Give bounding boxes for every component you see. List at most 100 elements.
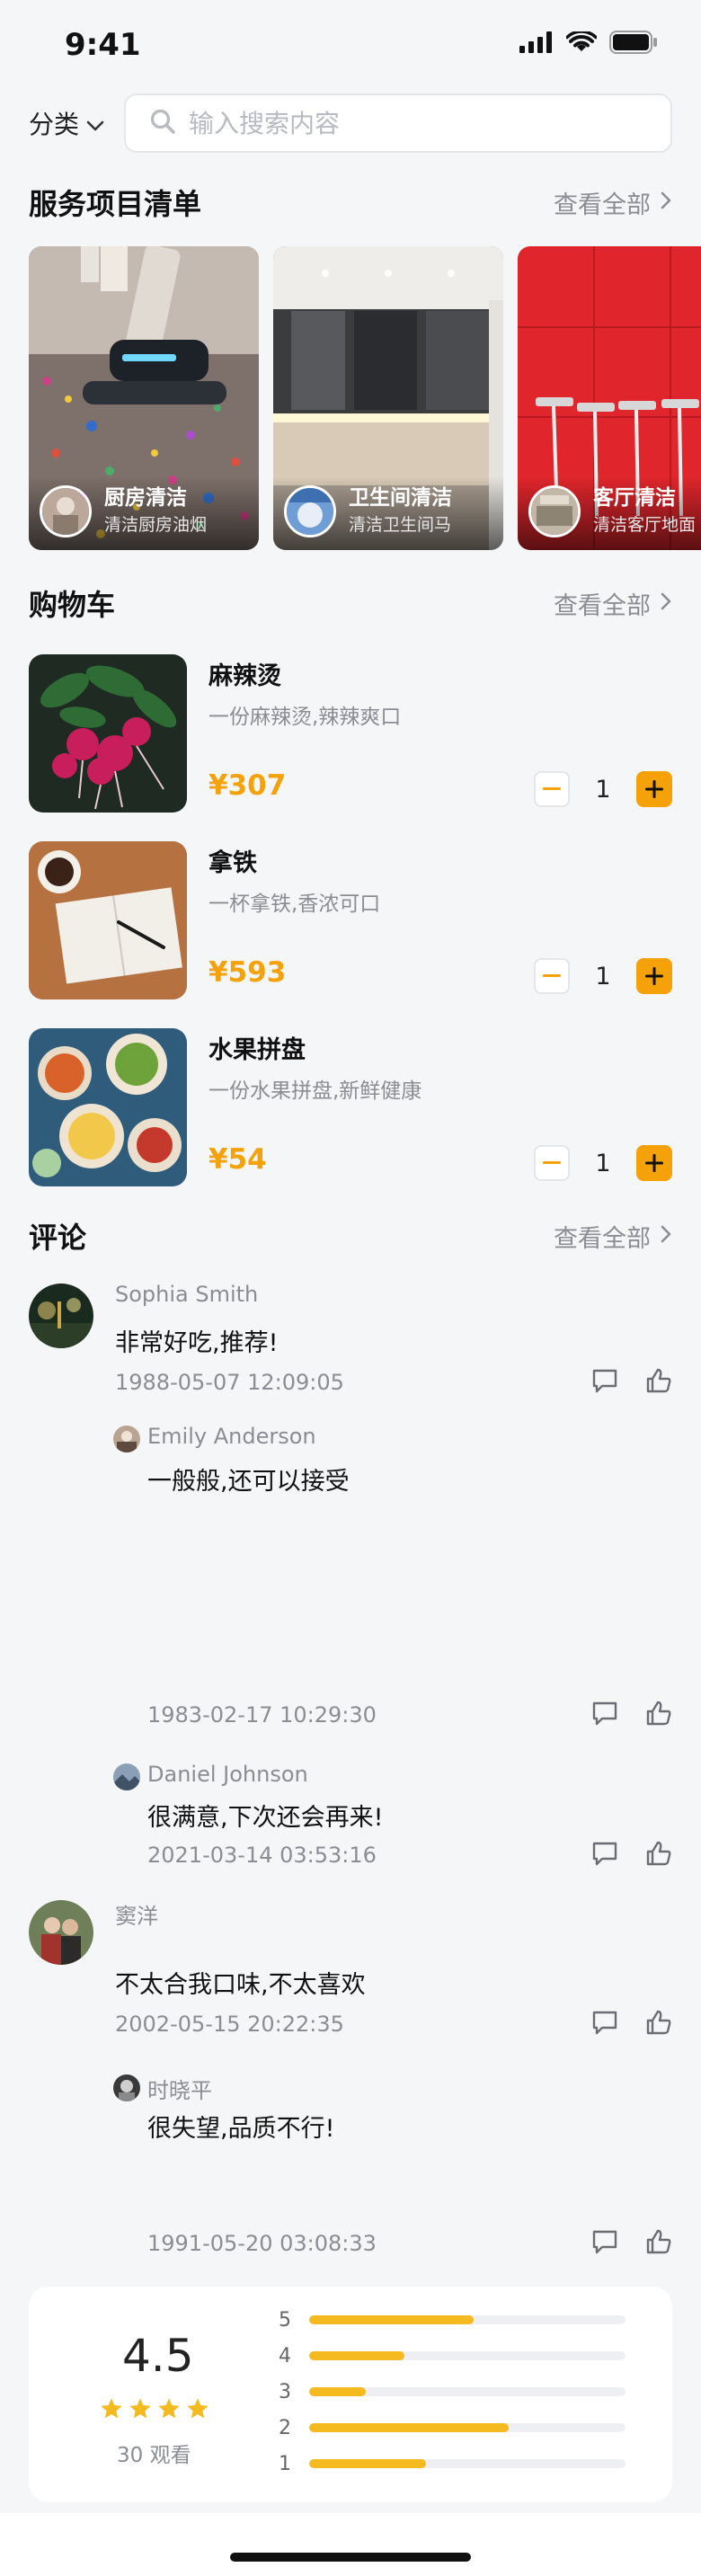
- decrease-button[interactable]: [534, 1145, 570, 1181]
- plus-icon: [645, 780, 663, 798]
- cart-item-price: ¥54: [209, 1143, 267, 1176]
- avatar[interactable]: [113, 2074, 140, 2101]
- reply-icon[interactable]: [591, 2229, 618, 2258]
- increase-button[interactable]: [636, 771, 672, 807]
- service-avatar: [528, 485, 581, 537]
- reply-icon[interactable]: [591, 1841, 618, 1870]
- rating-score: 4.5: [122, 2330, 194, 2382]
- minus-icon: [543, 787, 561, 790]
- comments-see-all-link[interactable]: 查看全部: [554, 1219, 672, 1254]
- rating-bar-fill: [309, 2315, 475, 2324]
- comment-actions: [591, 1841, 672, 1870]
- cart-item-image: [29, 1028, 187, 1186]
- service-name: 客厅清洁: [593, 486, 676, 510]
- minus-icon: [543, 974, 561, 977]
- reply-icon[interactable]: [591, 1701, 618, 1729]
- rating-bar-label: 3: [279, 2380, 291, 2403]
- comment-reply: 时晓平 很失望,品质不行! 1991-05-20 03:08:33: [113, 2069, 672, 2267]
- service-avatar: [284, 485, 336, 537]
- rating-bar-label: 5: [279, 2308, 291, 2332]
- comment-text: 很失望,品质不行!: [147, 2115, 335, 2143]
- cart-item[interactable]: 麻辣烫 一份麻辣烫,辣辣爽口 ¥307 1: [29, 654, 672, 814]
- status-icons: [519, 30, 658, 58]
- comments-header: 评论 查看全部: [29, 1213, 672, 1258]
- rating-bar-fill: [309, 2459, 427, 2468]
- service-card-bathroom[interactable]: 卫生间清洁 清洁卫生间马: [273, 246, 503, 550]
- plus-icon: [645, 967, 663, 985]
- services-header: 服务项目清单 查看全部: [29, 180, 672, 225]
- search-box[interactable]: [124, 93, 672, 153]
- like-icon[interactable]: [645, 1701, 672, 1729]
- avatar[interactable]: [113, 1426, 140, 1452]
- see-all-label: 查看全部: [554, 191, 651, 219]
- star-icon: [129, 2398, 151, 2419]
- commenter-name: 窦洋: [115, 1904, 158, 1929]
- home-indicator[interactable]: [230, 2553, 471, 2562]
- like-icon[interactable]: [645, 1841, 672, 1870]
- comment-text: 非常好吃,推荐!: [115, 1329, 279, 1357]
- comment-text: 不太合我口味,不太喜欢: [115, 1971, 366, 1999]
- comment-actions: [591, 2010, 672, 2039]
- comment-item: 窦洋 不太合我口味,不太喜欢 2002-05-15 20:22:35: [29, 1896, 672, 2040]
- quantity-value: 1: [595, 775, 611, 804]
- like-icon[interactable]: [645, 1368, 672, 1397]
- reply-icon[interactable]: [591, 2010, 618, 2039]
- services-see-all-link[interactable]: 查看全部: [554, 185, 672, 220]
- rating-bar-track: [309, 2387, 626, 2396]
- rating-bar-track: [309, 2423, 626, 2432]
- quantity-stepper: 1: [534, 958, 672, 994]
- battery-icon: [609, 31, 658, 58]
- commenter-name: 时晓平: [147, 2078, 212, 2103]
- rating-stars: [99, 2396, 210, 2421]
- service-card-living-room[interactable]: 客厅清洁 清洁客厅地面: [518, 246, 701, 550]
- cart-item[interactable]: 拿铁 一杯拿铁,香浓可口 ¥593 1: [29, 841, 672, 1001]
- comment-reply: Emily Anderson 一般般,还可以接受 1983-02-17 10:2…: [113, 1420, 672, 1729]
- avatar[interactable]: [29, 1284, 93, 1348]
- cart-item[interactable]: 水果拼盘 一份水果拼盘,新鲜健康 ¥54 1: [29, 1028, 672, 1188]
- search-input[interactable]: [189, 108, 656, 138]
- quantity-value: 1: [595, 962, 611, 990]
- comment-text: 一般般,还可以接受: [147, 1468, 350, 1496]
- rating-bar-row: 3: [279, 2378, 656, 2405]
- comment-actions: [591, 2229, 672, 2258]
- decrease-button[interactable]: [534, 771, 570, 807]
- cart-item-image: [29, 654, 187, 813]
- cellular-signal-icon: [519, 31, 554, 57]
- rating-bar-track: [309, 2459, 626, 2468]
- comment-actions: [591, 1701, 672, 1729]
- increase-button[interactable]: [636, 958, 672, 994]
- increase-button[interactable]: [636, 1145, 672, 1181]
- cart-item-name: 拿铁: [209, 849, 257, 877]
- comments-title: 评论: [29, 1221, 87, 1255]
- rating-bar-row: 5: [279, 2306, 656, 2333]
- category-label: 分类: [29, 110, 80, 139]
- cart-item-name: 麻辣烫: [209, 662, 281, 690]
- service-avatar: [40, 485, 92, 537]
- category-dropdown[interactable]: 分类: [29, 105, 124, 141]
- comment-time: 2002-05-15 20:22:35: [115, 2012, 344, 2037]
- reply-icon[interactable]: [591, 1368, 618, 1397]
- see-all-label: 查看全部: [554, 1224, 651, 1253]
- search-icon: [149, 108, 176, 138]
- decrease-button[interactable]: [534, 958, 570, 994]
- comment-actions: [591, 1368, 672, 1397]
- cart-item-desc: 一份水果拼盘,新鲜健康: [209, 1079, 422, 1103]
- quantity-stepper: 1: [534, 1145, 672, 1181]
- plus-icon: [645, 1154, 663, 1172]
- search-row: 分类: [29, 93, 672, 153]
- like-icon[interactable]: [645, 2010, 672, 2039]
- rating-bar-label: 4: [279, 2344, 291, 2367]
- services-carousel[interactable]: 厨房清洁 清洁厨房油烟 卫生间清洁 清洁卫生间马 客厅清洁 清洁客厅地面: [29, 246, 701, 552]
- like-icon[interactable]: [645, 2229, 672, 2258]
- cart-see-all-link[interactable]: 查看全部: [554, 586, 672, 621]
- see-all-label: 查看全部: [554, 591, 651, 620]
- avatar[interactable]: [29, 1900, 93, 1965]
- service-card-kitchen[interactable]: 厨房清洁 清洁厨房油烟: [29, 246, 259, 550]
- commenter-name: Sophia Smith: [115, 1282, 259, 1307]
- cart-item-desc: 一份麻辣烫,辣辣爽口: [209, 706, 402, 729]
- chevron-right-icon: [660, 189, 672, 217]
- quantity-value: 1: [595, 1149, 611, 1177]
- avatar[interactable]: [113, 1763, 140, 1790]
- minus-icon: [543, 1161, 561, 1164]
- comment-time: 2021-03-14 03:53:16: [147, 1843, 377, 1868]
